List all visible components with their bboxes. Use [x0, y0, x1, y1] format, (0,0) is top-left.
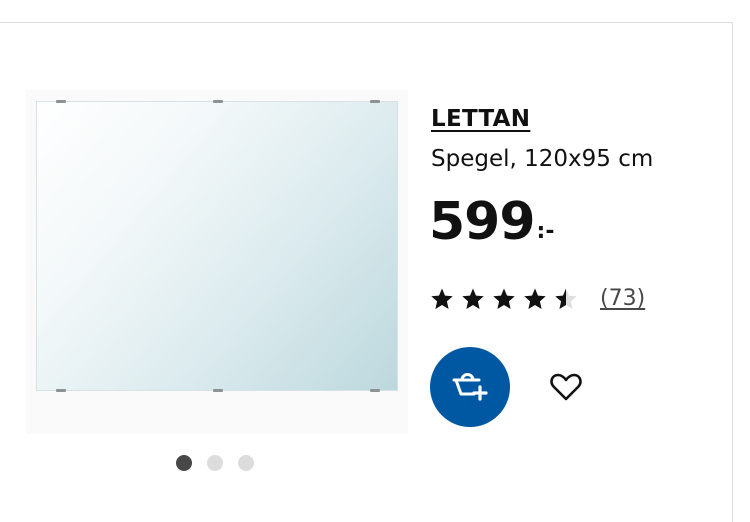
price-amount: 599 — [429, 192, 536, 252]
image-carousel-dots — [176, 455, 254, 471]
star-icon — [554, 287, 578, 311]
add-to-favourites-button[interactable] — [540, 364, 592, 412]
carousel-dot[interactable] — [238, 455, 254, 471]
rating-stars — [430, 287, 578, 311]
add-to-cart-button[interactable] — [430, 347, 510, 427]
basket-add-icon — [452, 371, 488, 404]
mirror-clip — [213, 100, 223, 103]
product-image[interactable] — [36, 100, 398, 392]
mirror-clip — [213, 389, 223, 392]
product-rating: (73) — [430, 286, 645, 311]
carousel-dot[interactable] — [176, 455, 192, 471]
star-icon — [492, 287, 516, 311]
review-count-link[interactable]: (73) — [600, 286, 645, 311]
star-icon — [461, 287, 485, 311]
product-description: Spegel, 120x95 cm — [431, 146, 654, 172]
star-icon — [523, 287, 547, 311]
mirror-clip — [370, 100, 380, 103]
mirror-clip — [56, 100, 66, 103]
product-price: 599 :- — [429, 196, 554, 248]
heart-icon — [549, 372, 583, 405]
mirror-clip — [56, 389, 66, 392]
star-icon — [430, 287, 454, 311]
carousel-dot[interactable] — [207, 455, 223, 471]
mirror-clip — [370, 389, 380, 392]
product-name-link[interactable]: LETTAN — [431, 106, 530, 132]
price-suffix: :- — [536, 219, 555, 244]
